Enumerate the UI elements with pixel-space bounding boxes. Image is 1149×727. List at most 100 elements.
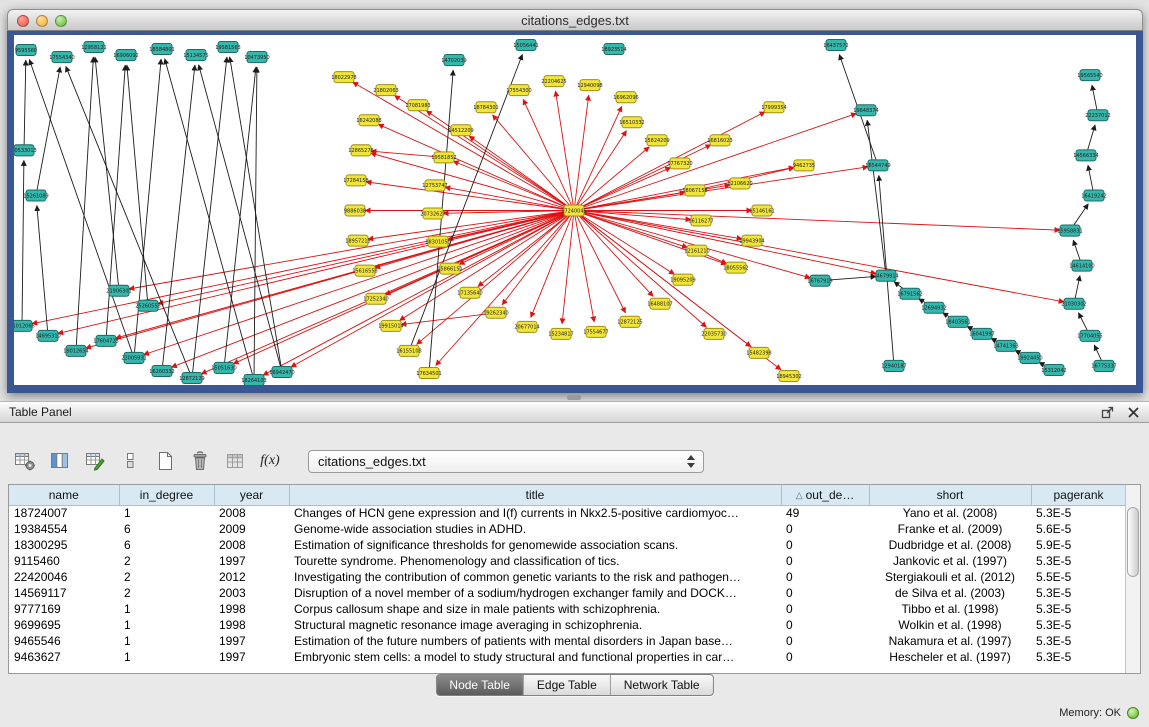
import-table-button[interactable]: [222, 448, 248, 474]
table-cell[interactable]: 2012: [214, 569, 289, 585]
minimize-window-button[interactable]: [36, 15, 48, 27]
graph-edge[interactable]: [574, 211, 1060, 231]
table-cell[interactable]: Estimation of the future numbers of pati…: [289, 633, 781, 649]
table-scrollbar[interactable]: [1125, 485, 1140, 673]
graph-node[interactable]: 25260558: [135, 300, 160, 311]
graph-node[interactable]: 10473950: [244, 52, 269, 63]
close-window-button[interactable]: [17, 15, 29, 27]
graph-edge[interactable]: [76, 57, 93, 351]
table-cell[interactable]: 2009: [214, 521, 289, 537]
table-cell[interactable]: 0: [781, 553, 869, 569]
graph-edge[interactable]: [469, 136, 574, 210]
graph-node[interactable]: 12872125: [617, 316, 642, 327]
graph-node[interactable]: 11012066: [14, 320, 35, 331]
graph-node[interactable]: 14679914: [873, 270, 898, 281]
graph-edge[interactable]: [37, 205, 48, 335]
table-cell[interactable]: 9115460: [9, 553, 119, 569]
table-cell[interactable]: 0: [781, 601, 869, 617]
graph-node[interactable]: 12872129: [179, 372, 204, 383]
table-cell[interactable]: 9699695: [9, 617, 119, 633]
graph-edge[interactable]: [378, 124, 574, 210]
table-cell[interactable]: 6: [119, 521, 214, 537]
graph-node[interactable]: 15824209: [644, 135, 669, 146]
graph-node[interactable]: 17554677: [583, 326, 608, 337]
table-row[interactable]: 977716911998Corpus callosum shape and si…: [9, 601, 1126, 617]
graph-node[interactable]: 18264103: [241, 374, 266, 385]
graph-edge[interactable]: [134, 59, 161, 358]
graph-node[interactable]: 12958121: [81, 42, 106, 53]
graph-node[interactable]: 18957215: [345, 235, 370, 246]
graph-node[interactable]: 14702039: [441, 55, 466, 66]
table-options-button[interactable]: [12, 448, 38, 474]
graph-node[interactable]: 12940098: [577, 80, 602, 91]
table-cell[interactable]: 5.6E-5: [1031, 521, 1126, 537]
graph-node[interactable]: 14741363: [993, 340, 1018, 351]
table-cell[interactable]: 0: [781, 521, 869, 537]
column-header-name[interactable]: name: [9, 485, 119, 505]
graph-edge[interactable]: [366, 182, 574, 211]
graph-edge[interactable]: [162, 65, 195, 371]
graph-node[interactable]: 19095209: [670, 274, 695, 285]
graph-node[interactable]: 17604723: [93, 335, 118, 346]
graph-node[interactable]: 17284158: [343, 175, 368, 186]
table-cell[interactable]: 0: [781, 537, 869, 553]
table-cell[interactable]: 9777169: [9, 601, 119, 617]
table-selector-combo[interactable]: citations_edges.txt: [308, 450, 704, 473]
graph-node[interactable]: 9886038: [344, 205, 366, 216]
table-cell[interactable]: 9465546: [9, 633, 119, 649]
graph-edge[interactable]: [36, 67, 60, 196]
table-cell[interactable]: Yano et al. (2008): [869, 505, 1031, 521]
table-cell[interactable]: 1997: [214, 633, 289, 649]
table-cell[interactable]: 2: [119, 585, 214, 601]
graph-edge[interactable]: [127, 65, 148, 306]
graph-node[interactable]: 16510332: [619, 117, 644, 128]
table-cell[interactable]: 0: [781, 569, 869, 585]
table-cell[interactable]: 18724007: [9, 505, 119, 521]
graph-node[interactable]: 16962096: [613, 92, 638, 103]
graph-node[interactable]: 12753747: [422, 180, 447, 191]
table-cell[interactable]: 1: [119, 649, 214, 665]
table-cell[interactable]: 5.3E-5: [1031, 553, 1126, 569]
table-cell[interactable]: 18300295: [9, 537, 119, 553]
graph-node[interactable]: 17252340: [363, 293, 388, 304]
graph-node[interactable]: 9595560: [15, 45, 37, 56]
graph-edge[interactable]: [574, 211, 706, 328]
table-row[interactable]: 946554611997Estimation of the future num…: [9, 633, 1126, 649]
table-cell[interactable]: 1997: [214, 553, 289, 569]
new-table-button[interactable]: [152, 448, 178, 474]
table-cell[interactable]: 49: [781, 505, 869, 521]
column-header-indegree[interactable]: in_degree: [119, 485, 214, 505]
graph-node[interactable]: 17999354: [761, 102, 786, 113]
float-panel-button[interactable]: [1100, 405, 1114, 419]
graph-node[interactable]: 21906301: [106, 285, 131, 296]
graph-node[interactable]: 16906092: [113, 50, 138, 61]
table-cell[interactable]: 14569117: [9, 585, 119, 601]
graph-edge[interactable]: [106, 65, 125, 341]
graph-node[interactable]: 19565540: [1077, 70, 1102, 81]
graph-node[interactable]: 15134575: [183, 50, 208, 61]
table-cell[interactable]: 1: [119, 601, 214, 617]
graph-node[interactable]: 19943904: [739, 235, 764, 246]
show-columns-button[interactable]: [47, 448, 73, 474]
table-cell[interactable]: Estimation of significance thresholds fo…: [289, 537, 781, 553]
graph-node[interactable]: 17704055: [1077, 330, 1102, 341]
column-header-year[interactable]: year: [214, 485, 289, 505]
graph-node[interactable]: 19012654: [63, 345, 88, 356]
graph-node[interactable]: 14614100: [1069, 260, 1094, 271]
graph-edge[interactable]: [254, 67, 257, 380]
graph-node[interactable]: 21030302: [1061, 298, 1086, 309]
table-cell[interactable]: Corpus callosum shape and size in male p…: [289, 601, 781, 617]
zoom-window-button[interactable]: [55, 15, 67, 27]
graph-node[interactable]: 20533013: [14, 145, 37, 156]
table-cell[interactable]: 5.3E-5: [1031, 601, 1126, 617]
table-cell[interactable]: 2: [119, 553, 214, 569]
table-cell[interactable]: 5.3E-5: [1031, 617, 1126, 633]
table-row[interactable]: 911546021997Tourette syndrome. Phenomeno…: [9, 553, 1126, 569]
graph-edge[interactable]: [574, 95, 589, 210]
table-cell[interactable]: 1: [119, 633, 214, 649]
graph-edge[interactable]: [95, 57, 119, 291]
graph-edge[interactable]: [401, 313, 496, 325]
table-cell[interactable]: 5.5E-5: [1031, 569, 1126, 585]
table-cell[interactable]: 6: [119, 537, 214, 553]
table-cell[interactable]: Hescheler et al. (1997): [869, 649, 1031, 665]
